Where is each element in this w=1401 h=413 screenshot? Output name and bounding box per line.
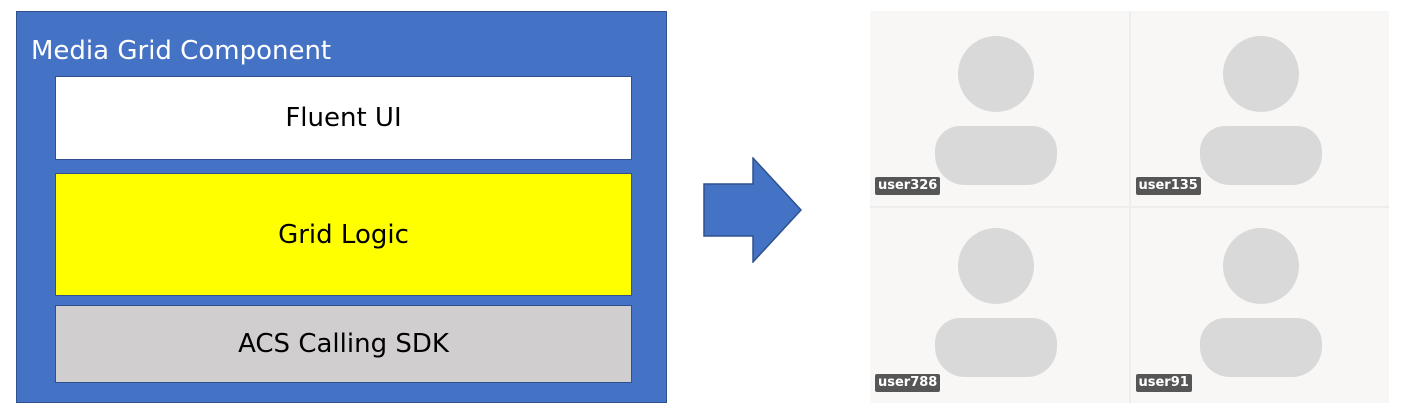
layer-fluent-ui: Fluent UI <box>55 76 632 160</box>
participant-name-tag: user788 <box>875 374 941 392</box>
media-grid-component-box: Media Grid Component Fluent UI Grid Logi… <box>16 11 667 403</box>
video-tile[interactable]: user788 <box>870 208 1129 403</box>
layer-acs-calling-sdk: ACS Calling SDK <box>55 305 632 383</box>
component-title: Media Grid Component <box>31 36 332 66</box>
right-arrow-icon <box>703 157 802 263</box>
participant-name-tag: user91 <box>1135 374 1192 392</box>
participant-name-tag: user135 <box>1135 177 1201 195</box>
layer-grid-logic: Grid Logic <box>55 173 632 296</box>
video-tile[interactable]: user135 <box>1130 11 1389 206</box>
video-tile[interactable]: user326 <box>870 11 1129 206</box>
video-tile[interactable]: user91 <box>1130 208 1389 403</box>
video-gallery: user326 user135 user788 user91 <box>870 11 1389 403</box>
participant-name-tag: user326 <box>875 177 941 195</box>
